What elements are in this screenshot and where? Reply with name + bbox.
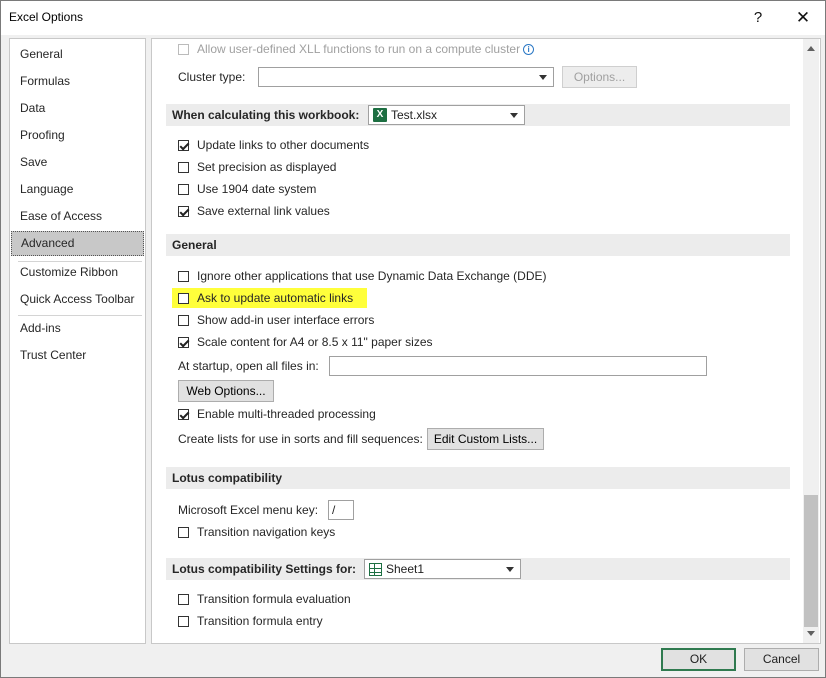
cancel-button[interactable]: Cancel — [744, 648, 819, 671]
lotus-title: Lotus compatibility — [172, 471, 283, 485]
addin-errors-label: Show add-in user interface errors — [197, 313, 375, 327]
nav-item-advanced[interactable]: Advanced — [11, 231, 144, 256]
category-nav: General Formulas Data Proofing Save Lang… — [9, 38, 146, 644]
formula-entry-label: Transition formula entry — [197, 614, 323, 628]
date-1904-checkbox[interactable] — [178, 183, 189, 195]
ignore-dde-checkbox[interactable] — [178, 270, 189, 282]
ask-update-links-checkbox[interactable] — [178, 292, 189, 304]
startup-folder-label: At startup, open all files in: — [178, 359, 319, 373]
nav-item-ease-of-access[interactable]: Ease of Access — [11, 204, 144, 229]
chevron-down-icon — [510, 113, 518, 118]
scale-content-option: Scale content for A4 or 8.5 x 11" paper … — [178, 332, 433, 352]
nav-item-save[interactable]: Save — [11, 150, 144, 175]
date-1904-label: Use 1904 date system — [197, 182, 317, 196]
cluster-type-label: Cluster type: — [178, 70, 246, 84]
scrollbar-thumb[interactable] — [804, 495, 818, 627]
help-button[interactable]: ? — [744, 7, 772, 29]
nav-item-proofing[interactable]: Proofing — [11, 123, 144, 148]
update-links-option: Update links to other documents — [178, 135, 369, 155]
transition-nav-option: Transition navigation keys — [178, 522, 335, 542]
edit-custom-lists-button[interactable]: Edit Custom Lists... — [427, 428, 544, 450]
general-header: General — [166, 234, 790, 256]
startup-folder-input[interactable] — [329, 356, 707, 376]
lotus-header: Lotus compatibility — [166, 467, 790, 489]
workbook-value: Test.xlsx — [391, 108, 438, 122]
scale-content-label: Scale content for A4 or 8.5 x 11" paper … — [197, 335, 433, 349]
advanced-options-panel: Allow user-defined XLL functions to run … — [151, 38, 821, 644]
general-title: General — [172, 238, 217, 252]
menu-key-row: Microsoft Excel menu key: — [178, 500, 318, 520]
info-icon: i — [523, 43, 535, 55]
scale-content-checkbox[interactable] — [178, 336, 189, 348]
chevron-down-icon — [506, 567, 514, 572]
formula-entry-checkbox[interactable] — [178, 615, 189, 627]
multithread-checkbox[interactable] — [178, 408, 189, 420]
save-link-values-option: Save external link values — [178, 201, 330, 221]
formula-eval-checkbox[interactable] — [178, 593, 189, 605]
transition-nav-checkbox[interactable] — [178, 526, 189, 538]
set-precision-label: Set precision as displayed — [197, 160, 337, 174]
set-precision-option: Set precision as displayed — [178, 157, 336, 177]
date-1904-option: Use 1904 date system — [178, 179, 316, 199]
excel-icon: X — [373, 108, 387, 122]
vertical-scrollbar[interactable] — [803, 39, 819, 643]
addin-errors-checkbox[interactable] — [178, 314, 189, 326]
chevron-down-icon — [539, 75, 547, 80]
dialog-title: Excel Options — [9, 10, 84, 24]
menu-key-input[interactable]: / — [328, 500, 354, 520]
ask-update-links-label: Ask to update automatic links — [197, 291, 354, 305]
startup-folder-row: At startup, open all files in: — [178, 356, 319, 376]
nav-item-general[interactable]: General — [11, 42, 144, 67]
menu-key-label: Microsoft Excel menu key: — [178, 503, 319, 517]
multithread-option: Enable multi-threaded processing — [178, 404, 376, 424]
calc-workbook-dropdown[interactable]: X Test.xlsx — [368, 105, 525, 125]
ask-update-links-option: Ask to update automatic links — [172, 288, 368, 308]
nav-item-quick-access-toolbar[interactable]: Quick Access Toolbar — [11, 287, 144, 312]
nav-item-customize-ribbon[interactable]: Customize Ribbon — [11, 260, 144, 285]
xll-cluster-option: Allow user-defined XLL functions to run … — [178, 39, 535, 59]
nav-item-data[interactable]: Data — [11, 96, 144, 121]
custom-lists-row: Create lists for use in sorts and fill s… — [178, 429, 423, 449]
formula-eval-label: Transition formula evaluation — [197, 592, 351, 606]
set-precision-checkbox[interactable] — [178, 161, 189, 173]
xll-cluster-checkbox[interactable] — [178, 43, 189, 55]
nav-item-formulas[interactable]: Formulas — [11, 69, 144, 94]
excel-options-dialog: Excel Options ? ✕ General Formulas Data … — [0, 0, 826, 678]
multithread-label: Enable multi-threaded processing — [197, 407, 376, 421]
lotus-sheet-dropdown[interactable]: Sheet1 — [364, 559, 521, 579]
ignore-dde-label: Ignore other applications that use Dynam… — [197, 269, 547, 283]
nav-item-language[interactable]: Language — [11, 177, 144, 202]
cluster-type-row: Cluster type: — [178, 67, 245, 87]
title-bar: Excel Options ? ✕ — [1, 1, 825, 35]
nav-item-add-ins[interactable]: Add-ins — [11, 316, 144, 341]
addin-errors-option: Show add-in user interface errors — [178, 310, 374, 330]
scroll-down-icon[interactable] — [807, 631, 815, 636]
save-link-values-label: Save external link values — [197, 204, 330, 218]
cluster-options-button[interactable]: Options... — [562, 66, 637, 88]
web-options-button[interactable]: Web Options... — [178, 380, 274, 402]
formula-entry-option: Transition formula entry — [178, 611, 323, 631]
update-links-checkbox[interactable] — [178, 139, 189, 151]
lotus-sheet-value: Sheet1 — [386, 562, 425, 576]
custom-lists-label: Create lists for use in sorts and fill s… — [178, 432, 423, 446]
sheet-icon — [369, 562, 382, 576]
calc-workbook-title: When calculating this workbook: — [172, 108, 360, 122]
save-link-values-checkbox[interactable] — [178, 205, 189, 217]
transition-nav-label: Transition navigation keys — [197, 525, 336, 539]
ignore-dde-option: Ignore other applications that use Dynam… — [178, 266, 547, 286]
ok-button[interactable]: OK — [661, 648, 736, 671]
update-links-label: Update links to other documents — [197, 138, 370, 152]
lotus-settings-title: Lotus compatibility Settings for: — [172, 562, 357, 576]
cluster-type-dropdown[interactable] — [258, 67, 554, 87]
close-icon[interactable]: ✕ — [789, 7, 817, 29]
xll-cluster-label: Allow user-defined XLL functions to run … — [197, 42, 521, 56]
scroll-up-icon[interactable] — [807, 46, 815, 51]
formula-eval-option: Transition formula evaluation — [178, 589, 351, 609]
nav-item-trust-center[interactable]: Trust Center — [11, 343, 144, 368]
